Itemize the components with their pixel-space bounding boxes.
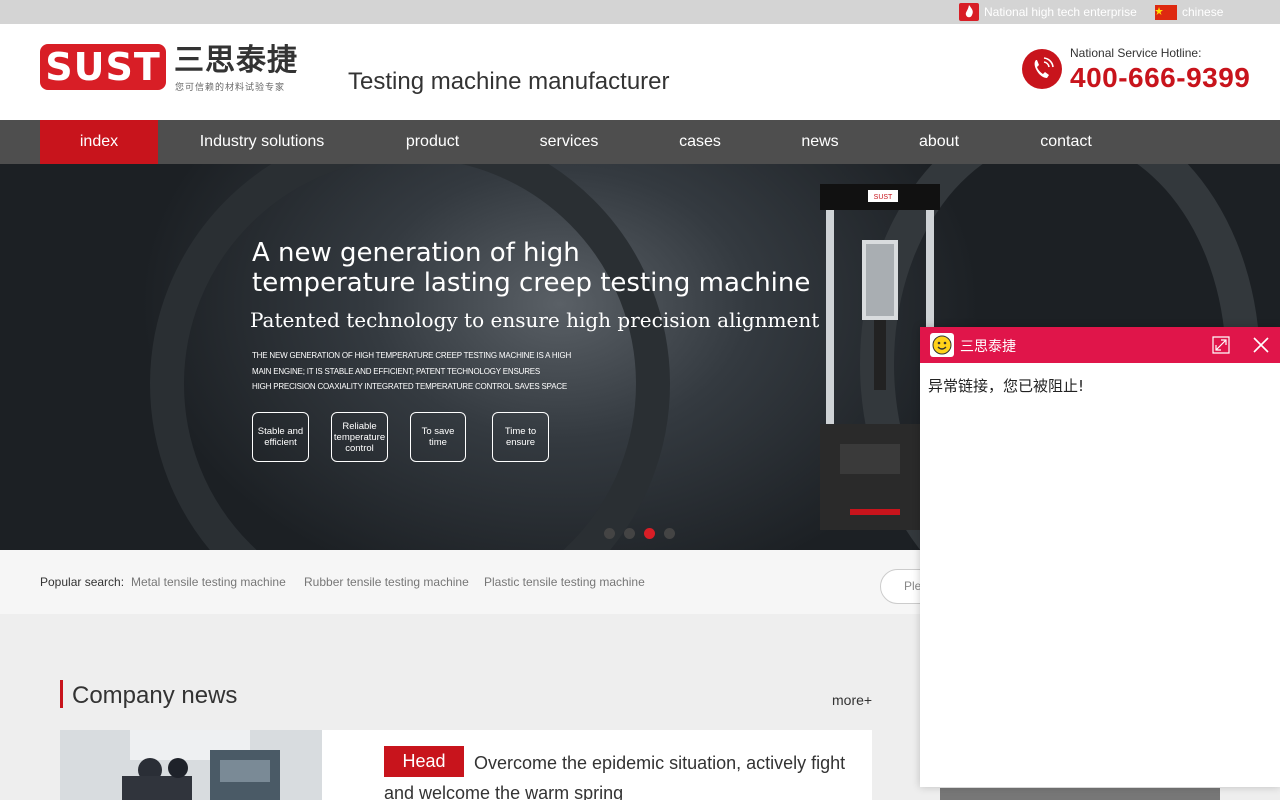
more-link[interactable]: more+ bbox=[832, 692, 872, 708]
page: National high tech enterprise chinese SU… bbox=[0, 0, 1280, 800]
banner-description: THE NEW GENERATION OF HIGH TEMPERATURE C… bbox=[252, 348, 582, 395]
company-news-title: Company news bbox=[72, 682, 238, 709]
phone-icon bbox=[1022, 49, 1062, 89]
chat-title: 三思泰捷 bbox=[960, 339, 1016, 355]
header: SUST 三思泰捷 您可信赖的材料试验专家 Testing machine ma… bbox=[0, 24, 1280, 120]
banner-title-line: A new generation of high bbox=[252, 238, 580, 268]
banner-title-line: temperature lasting creep testing machin… bbox=[252, 268, 811, 298]
popular-link-plastic[interactable]: Plastic tensile testing machine bbox=[484, 575, 645, 589]
flame-icon bbox=[959, 3, 979, 21]
feature-time-ensure: Time to ensure bbox=[492, 412, 549, 462]
machine-brand-label: SUST bbox=[874, 194, 893, 201]
slider-dot[interactable] bbox=[604, 528, 615, 539]
banner-title: A new generation of high temperature las… bbox=[252, 238, 810, 298]
top-bar: National high tech enterprise chinese bbox=[0, 0, 1280, 24]
chat-header: 三思泰捷 bbox=[920, 327, 1280, 363]
news-card[interactable]: Overcome the epidemic situation, activel… bbox=[60, 730, 872, 800]
nav-item-news[interactable]: news bbox=[780, 120, 860, 164]
logo[interactable]: SUST bbox=[40, 44, 166, 90]
feature-save-time: To save time bbox=[410, 412, 466, 462]
banner-subtitle: Patented technology to ensure high preci… bbox=[250, 308, 820, 332]
banner-desc-line: MAIN ENGINE; IT IS STABLE AND EFFICIENT;… bbox=[252, 366, 541, 376]
banner-desc-line: THE NEW GENERATION OF HIGH TEMPERATURE C… bbox=[252, 351, 572, 360]
feature-reliable-temperature: Reliable temperature control bbox=[331, 412, 388, 462]
language-switch[interactable]: chinese bbox=[1155, 2, 1223, 22]
popular-link-metal[interactable]: Metal tensile testing machine bbox=[131, 575, 286, 589]
nav-item-cases[interactable]: cases bbox=[660, 120, 740, 164]
news-thumbnail[interactable] bbox=[60, 730, 322, 800]
hotline-number[interactable]: 400-666-9399 bbox=[1070, 62, 1250, 94]
chat-avatar-icon bbox=[930, 333, 954, 357]
slider-dot[interactable] bbox=[664, 528, 675, 539]
china-flag-icon bbox=[1155, 4, 1177, 20]
popular-search-label: Popular search: bbox=[40, 575, 125, 589]
nav-item-about[interactable]: about bbox=[900, 120, 978, 164]
nav-item-industry-solutions[interactable]: Industry solutions bbox=[178, 120, 346, 164]
side-product-image bbox=[940, 788, 1220, 800]
popular-link-rubber[interactable]: Rubber tensile testing machine bbox=[304, 575, 469, 589]
hotline-label: National Service Hotline: bbox=[1070, 46, 1202, 60]
logo-tagline: 您可信赖的材料试验专家 bbox=[175, 82, 286, 92]
banner-desc-line: HIGH PRECISION COAXIALITY INTEGRATED TEM… bbox=[252, 382, 568, 391]
main-nav: index Industry solutions product service… bbox=[0, 120, 1280, 164]
slider-dot[interactable] bbox=[624, 528, 635, 539]
high-tech-badge[interactable]: National high tech enterprise bbox=[959, 2, 1137, 22]
chat-popup: 三思泰捷 异常链接，您已被阻止! bbox=[920, 327, 1280, 787]
head-badge: Head bbox=[384, 746, 464, 777]
nav-item-services[interactable]: services bbox=[520, 120, 618, 164]
logo-chinese-name: 三思泰捷 bbox=[174, 44, 298, 77]
nav-item-index[interactable]: index bbox=[40, 120, 158, 164]
language-label: chinese bbox=[1182, 5, 1224, 19]
feature-stable-efficient: Stable and efficient bbox=[252, 412, 309, 462]
nav-item-product[interactable]: product bbox=[385, 120, 480, 164]
high-tech-label: National high tech enterprise bbox=[984, 5, 1137, 19]
nav-item-contact[interactable]: contact bbox=[1020, 120, 1112, 164]
section-accent-bar bbox=[60, 680, 63, 708]
slider-dot-active[interactable] bbox=[644, 528, 655, 539]
maximize-icon[interactable] bbox=[1212, 336, 1230, 354]
chat-message: 异常链接，您已被阻止! bbox=[928, 377, 1085, 395]
close-icon[interactable] bbox=[1252, 336, 1270, 354]
site-slogan: Testing machine manufacturer bbox=[348, 68, 670, 95]
